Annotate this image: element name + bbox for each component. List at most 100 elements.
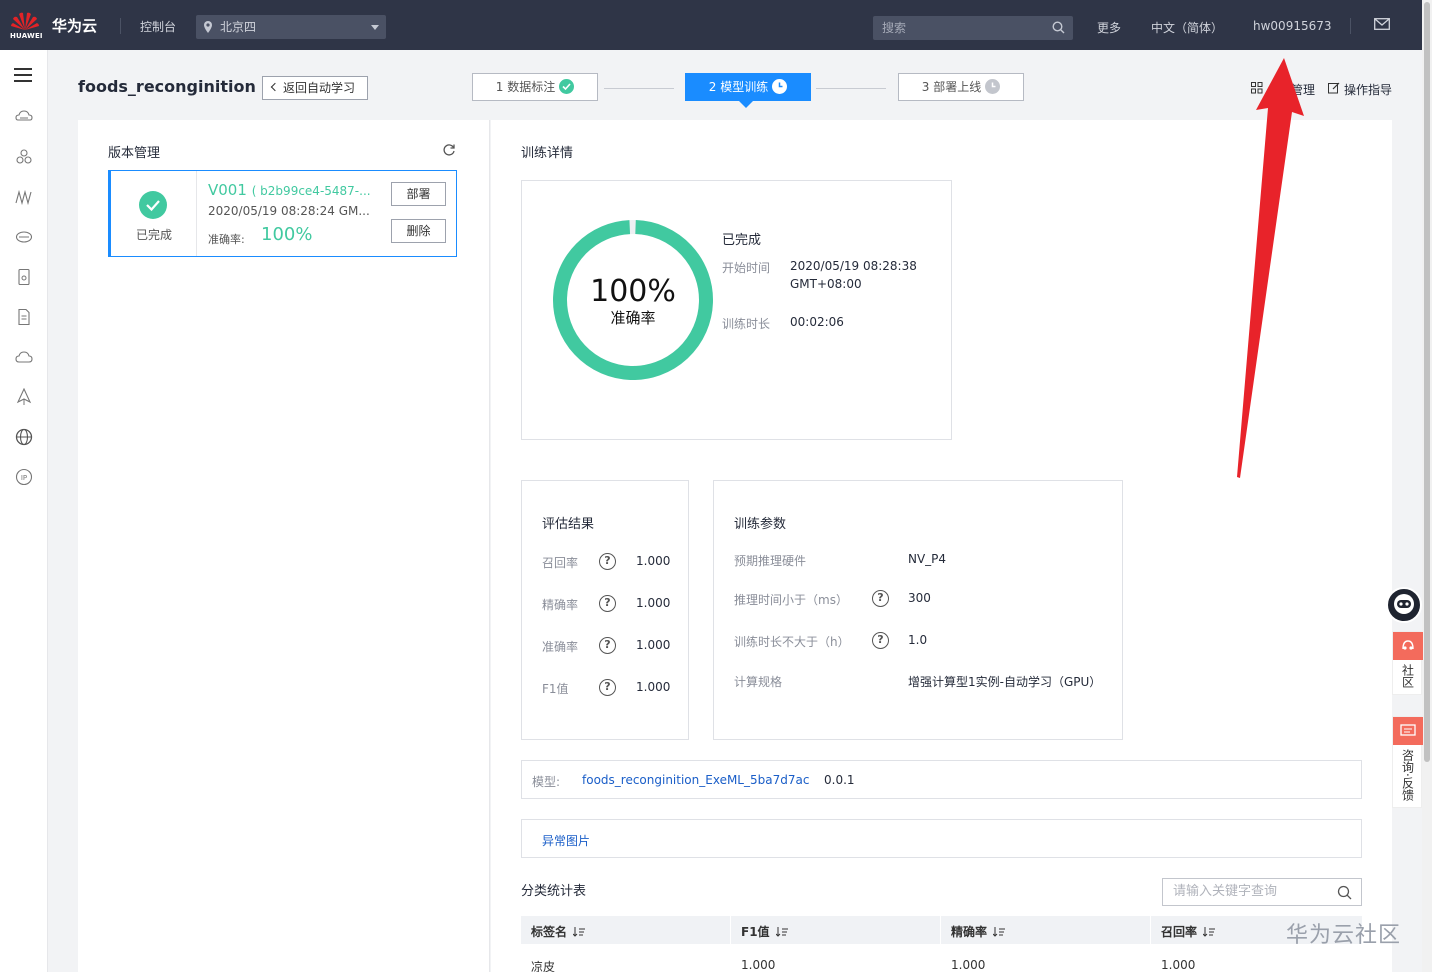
- column-separator: [1150, 916, 1151, 944]
- step-data-labeling[interactable]: 1 数据标注: [472, 73, 598, 101]
- service-sidebar: IP: [0, 50, 48, 972]
- user-account-menu[interactable]: hw00915673: [1253, 19, 1332, 33]
- version-status-label: 已完成: [135, 228, 172, 242]
- mail-icon[interactable]: [1374, 18, 1390, 30]
- deploy-button[interactable]: 部署: [391, 182, 446, 206]
- search-icon: [1052, 21, 1065, 34]
- menu-icon[interactable]: [14, 68, 32, 82]
- assistant-robot-icon[interactable]: [1386, 587, 1422, 623]
- table-search-placeholder: 请输入关键字查询: [1173, 884, 1278, 899]
- column-separator: [730, 916, 731, 944]
- brand-name[interactable]: 华为云: [52, 15, 97, 36]
- refresh-icon[interactable]: [442, 143, 456, 157]
- model-info-row: 模型: foods_reconginition_ExeML_5ba7d7ac 0…: [521, 760, 1362, 799]
- precision-label: 精确率: [542, 598, 579, 612]
- version-management-panel: 版本管理 已完成 V001 ( b2b99ce4-5487-... 2020/0…: [78, 120, 490, 972]
- network-icon[interactable]: [15, 188, 33, 206]
- back-to-autolearning-button[interactable]: 返回自动学习: [262, 76, 368, 100]
- version-name[interactable]: V001 ( b2b99ce4-5487-...: [208, 181, 371, 199]
- version-date: 2020/05/19 08:28:24 GM...: [208, 204, 370, 218]
- step-connector: [816, 88, 886, 89]
- training-details-panel: 训练详情 100% 准确率 已完成 开始时间 2020/05/19 08:28:…: [491, 120, 1392, 972]
- params-title: 训练参数: [734, 517, 787, 532]
- console-link[interactable]: 控制台: [140, 18, 176, 35]
- svg-text:IP: IP: [21, 474, 27, 482]
- column-header-precision[interactable]: 精确率: [951, 923, 1006, 940]
- abnormal-images-link[interactable]: 异常图片: [542, 832, 590, 849]
- table-cell-f1: 1.000: [741, 958, 776, 972]
- feedback-button[interactable]: 咨询·反馈: [1392, 716, 1423, 808]
- column-header-label[interactable]: 标签名: [531, 923, 586, 940]
- more-menu[interactable]: 更多: [1097, 19, 1121, 36]
- region-select[interactable]: 北京四: [196, 15, 386, 39]
- chat-icon: [1393, 717, 1423, 745]
- training-summary-card: 100% 准确率 已完成 开始时间 2020/05/19 08:28:38 GM…: [521, 180, 952, 440]
- help-icon[interactable]: ?: [599, 553, 616, 570]
- column-header-recall[interactable]: 召回率: [1161, 923, 1216, 940]
- stats-table-title: 分类统计表: [521, 884, 587, 899]
- search-icon: [1337, 885, 1352, 900]
- help-icon[interactable]: ?: [599, 679, 616, 696]
- help-icon[interactable]: ?: [599, 637, 616, 654]
- scrollbar-thumb[interactable]: [1424, 2, 1430, 762]
- language-select[interactable]: 中文（简体）: [1151, 19, 1223, 36]
- start-time-label: 开始时间: [722, 261, 771, 275]
- storage-icon[interactable]: [15, 228, 33, 246]
- step-deploy[interactable]: 3 部署上线: [898, 73, 1024, 101]
- cloud-server-icon[interactable]: [15, 108, 33, 126]
- cluster-icon[interactable]: [15, 148, 33, 166]
- param-compute-value: 增强计算型1实例-自动学习（GPU）: [908, 675, 1102, 689]
- version-number: V001: [208, 181, 247, 199]
- chevron-left-icon: [270, 82, 280, 92]
- evaluation-title: 评估结果: [542, 517, 595, 532]
- ip-icon[interactable]: IP: [15, 468, 33, 486]
- f1-value: 1.000: [636, 680, 671, 694]
- sort-icon[interactable]: [775, 926, 788, 937]
- operation-guide-link[interactable]: 操作指导: [1344, 81, 1392, 98]
- community-icon: [1393, 632, 1423, 660]
- model-name-link[interactable]: foods_reconginition_ExeML_5ba7d7ac: [582, 773, 809, 787]
- evaluation-results-card: 评估结果 召回率 ? 1.000 精确率 ? 1.000 准确率 ? 1.000…: [521, 480, 689, 740]
- help-icon[interactable]: ?: [599, 595, 616, 612]
- database-icon[interactable]: [15, 268, 33, 286]
- cloud-icon[interactable]: [15, 348, 33, 366]
- step-connector: [604, 88, 674, 89]
- accuracy-row-label: 准确率: [542, 640, 579, 654]
- page-scrollbar[interactable]: [1422, 0, 1432, 972]
- model-version: 0.0.1: [824, 773, 855, 787]
- f1-label: F1值: [542, 682, 569, 696]
- recall-label: 召回率: [542, 556, 579, 570]
- community-button[interactable]: 社区: [1392, 631, 1423, 695]
- grid-icon: [1251, 82, 1263, 94]
- global-search-input[interactable]: 搜索: [873, 16, 1073, 40]
- version-card[interactable]: 已完成 V001 ( b2b99ce4-5487-... 2020/05/19 …: [108, 170, 457, 257]
- step-label: 1 数据标注: [495, 80, 556, 94]
- sort-icon[interactable]: [573, 926, 586, 937]
- document-icon[interactable]: [15, 308, 33, 326]
- table-cell-recall: 1.000: [1161, 958, 1196, 972]
- deploy-icon[interactable]: [15, 388, 33, 406]
- manage-link[interactable]: 管理: [1291, 81, 1315, 98]
- sort-icon[interactable]: [993, 926, 1006, 937]
- help-icon[interactable]: ?: [872, 632, 889, 649]
- delete-button[interactable]: 删除: [391, 219, 446, 243]
- step-model-training[interactable]: 2 模型训练: [685, 73, 811, 101]
- column-header-f1[interactable]: F1值: [741, 923, 788, 940]
- column-separator: [940, 916, 941, 944]
- chevron-down-icon: [371, 25, 379, 30]
- help-icon[interactable]: ?: [872, 590, 889, 607]
- sort-icon[interactable]: [1203, 926, 1216, 937]
- param-inference-time-label: 推理时间小于（ms）: [734, 593, 848, 607]
- precision-value: 1.000: [636, 596, 671, 610]
- edit-icon: [1328, 82, 1340, 94]
- globe-icon[interactable]: [15, 428, 33, 446]
- start-time-value: 2020/05/19 08:28:38: [790, 259, 917, 273]
- version-status: 已完成: [111, 171, 197, 256]
- active-step-pointer: [738, 100, 754, 108]
- model-label: 模型:: [532, 775, 561, 789]
- version-panel-title: 版本管理: [108, 146, 161, 161]
- check-circle-icon: [139, 191, 167, 219]
- region-label: 北京四: [220, 20, 257, 34]
- table-search-input[interactable]: 请输入关键字查询: [1162, 878, 1362, 906]
- training-status: 已完成: [722, 233, 762, 248]
